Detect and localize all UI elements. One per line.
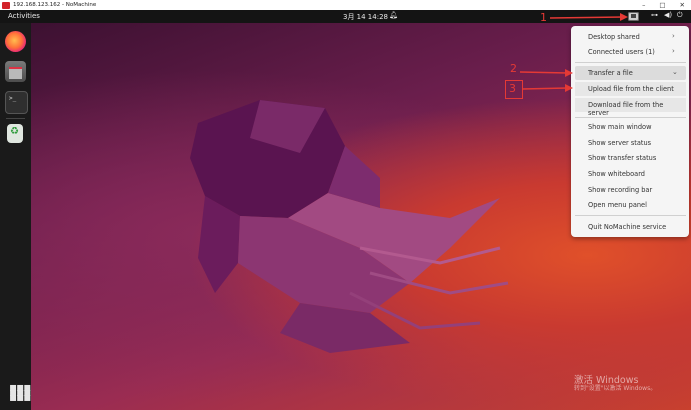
annotation-arrow-2 — [519, 71, 569, 74]
annotation-arrowhead-3 — [565, 84, 573, 92]
annotation-arrows — [519, 13, 628, 92]
annotation-arrowhead-2 — [565, 69, 573, 77]
annotation-number-2: 2 — [510, 62, 517, 75]
annotation-arrow-1 — [549, 16, 625, 19]
annotation-number-1: 1 — [540, 11, 547, 24]
annotation-arrow-3 — [521, 87, 569, 90]
annotation-arrowhead-1 — [620, 13, 628, 21]
annotation-number-3: 3 — [509, 82, 516, 95]
